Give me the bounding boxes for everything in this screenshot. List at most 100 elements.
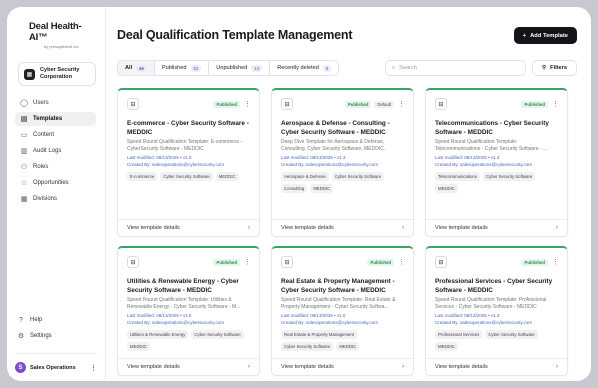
card-description: Speed Round Qualification Template: Tele… <box>435 139 548 152</box>
view-details-label: View template details <box>435 364 488 370</box>
more-vertical-icon[interactable]: ⋮ <box>398 258 405 266</box>
view-template-details-link[interactable]: View template details › <box>426 358 567 375</box>
template-icon: ⊟ <box>281 256 293 268</box>
template-icon: ⊟ <box>127 256 139 268</box>
view-template-details-link[interactable]: View template details › <box>272 219 413 236</box>
toolbar: All 66 Published 52 Unpublished 14 Recently de… <box>117 60 577 76</box>
card-header: ⊟ Published ⋮ <box>281 256 405 268</box>
template-card[interactable]: ⊟ Published ⋮ E-commerce - Cyber Security S… <box>117 88 260 237</box>
template-icon: ⊟ <box>435 256 447 268</box>
tag-list: Aerospace & Defense Cyber Security Softwa… <box>281 172 405 193</box>
template-card[interactable]: ⊟ Published ⋮ Telecommunications - Cyber Se… <box>425 88 568 237</box>
template-icon: ⊟ <box>281 98 293 110</box>
sidebar: Deal Health-AI™ by presciptiveAI inc. ▦ … <box>7 7 106 381</box>
search-icon: ⌕ <box>392 64 396 71</box>
org-switcher[interactable]: ▦ Cyber Security Corporation <box>18 62 96 86</box>
sidebar-item-label: Audit Logs <box>33 148 62 154</box>
tag-list: E-commerce Cyber Security Software MEDDIC <box>127 172 251 181</box>
view-template-details-link[interactable]: View template details › <box>426 219 567 236</box>
view-details-label: View template details <box>127 225 180 231</box>
card-badges: Published ⋮ <box>521 258 559 266</box>
more-vertical-icon[interactable]: ⋮ <box>244 100 251 108</box>
sidebar-item-label: Templates <box>33 116 63 122</box>
last-modified: Last modified: 08/13/2025 • v1.3 <box>435 313 500 318</box>
card-title: Aerospace & Defense - Consulting - Cyber… <box>281 120 390 136</box>
tab-recently-deleted[interactable]: Recently deleted 8 <box>270 61 338 75</box>
view-details-label: View template details <box>281 364 334 370</box>
more-vertical-icon[interactable]: ⋮ <box>398 100 405 108</box>
sidebar-bottom: ? Help ⚙ Settings S Sales Operations ⋮ <box>15 313 97 373</box>
sidebar-item-content[interactable]: ▭ Content <box>15 128 96 142</box>
sidebar-item-divisions[interactable]: ▦ Divisions <box>15 192 96 206</box>
app-window: Deal Health-AI™ by presciptiveAI inc. ▦ … <box>7 7 591 381</box>
card-badges: Published ⋮ <box>521 100 559 108</box>
template-icon: ⊟ <box>435 98 447 110</box>
sidebar-item-help[interactable]: ? Help <box>12 313 97 327</box>
sidebar-item-settings[interactable]: ⚙ Settings <box>12 329 97 343</box>
card-title: Professional Services - Cyber Security S… <box>435 278 553 294</box>
created-by: Created By: salesoperations@cybersecurit… <box>435 162 533 167</box>
count-badge: 8 <box>322 64 332 72</box>
tag-list: Professional Services Cyber Security Soft… <box>435 330 559 351</box>
created-by: Created By: salesoperations@cybersecurit… <box>281 320 379 325</box>
tab-label: Unpublished <box>216 65 248 71</box>
divisions-icon: ▦ <box>20 196 28 203</box>
tab-all[interactable]: All 66 <box>118 61 155 75</box>
count-badge: 52 <box>190 64 202 72</box>
tag-chip: MEDDIC <box>435 342 458 351</box>
more-vertical-icon[interactable]: ⋮ <box>244 258 251 266</box>
card-header: ⊟ Published ⋮ <box>127 256 251 268</box>
tab-unpublished[interactable]: Unpublished 14 <box>209 61 271 75</box>
help-icon: ? <box>19 316 23 324</box>
status-badge: Published <box>521 258 548 266</box>
sidebar-item-label: Divisions <box>33 196 58 202</box>
sidebar-nav: ◯ Users ▤ Templates ▭ Content ▥ Audit Logs ⚇ Role… <box>15 96 96 206</box>
more-vertical-icon[interactable]: ⋮ <box>552 258 559 266</box>
template-grid: ⊟ Published ⋮ E-commerce - Cyber Security S… <box>117 88 577 376</box>
tag-chip: Consulting <box>281 184 308 193</box>
search-input[interactable]: ⌕ Search <box>385 60 526 76</box>
filters-button[interactable]: ⚲ Filters <box>532 60 577 76</box>
tag-chip: Utilities & Renewable Energy <box>127 330 189 339</box>
tab-published[interactable]: Published 52 <box>155 61 210 75</box>
plus-icon: + <box>522 32 527 39</box>
sidebar-item-users[interactable]: ◯ Users <box>15 96 96 110</box>
tag-chip: Professional Services <box>435 330 483 339</box>
more-vertical-icon[interactable]: ⋮ <box>90 364 97 372</box>
sidebar-item-roles[interactable]: ⚇ Roles <box>15 160 96 174</box>
main-content: Deal Qualification Template Management +… <box>106 7 591 381</box>
user-menu[interactable]: S Sales Operations ⋮ <box>15 353 97 373</box>
settings-icon: ⚙ <box>17 333 25 340</box>
filter-icon: ⚲ <box>542 65 547 71</box>
card-description: Speed Round Qualification Template: Real… <box>281 297 396 310</box>
template-card[interactable]: ⊟ Published ⋮ Utilities & Renewable Energy … <box>117 246 260 376</box>
sidebar-item-label: Settings <box>30 333 52 339</box>
view-template-details-link[interactable]: View template details › <box>118 219 259 236</box>
card-title: E-commerce - Cyber Security Software - M… <box>127 120 249 136</box>
status-badge: Published <box>367 258 394 266</box>
more-vertical-icon[interactable]: ⋮ <box>552 100 559 108</box>
card-header: ⊟ Published Default ⋮ <box>281 98 405 110</box>
view-template-details-link[interactable]: View template details › <box>272 358 413 375</box>
status-badge: Published <box>213 100 240 108</box>
sidebar-item-templates[interactable]: ▤ Templates <box>15 112 96 126</box>
add-template-button[interactable]: + Add Template <box>513 27 577 44</box>
tag-chip: Cyber Security Software <box>160 172 213 181</box>
tag-chip: MEDDIC <box>127 342 150 351</box>
view-details-label: View template details <box>281 225 334 231</box>
view-template-details-link[interactable]: View template details › <box>118 358 259 375</box>
tag-chip: Real Estate & Property Management <box>281 330 357 339</box>
chevron-right-icon: › <box>556 364 558 370</box>
sidebar-item-opportunities[interactable]: ☆ Opportunities <box>15 176 96 190</box>
created-by: Created By: salesoperations@cybersecurit… <box>281 162 379 167</box>
template-card[interactable]: ⊟ Published ⋮ Real Estate & Property Manage… <box>271 246 414 376</box>
template-card[interactable]: ⊟ Published ⋮ Professional Services - Cyber… <box>425 246 568 376</box>
tag-chip: MEDDIC <box>336 342 360 351</box>
tag-chip: MEDDIC <box>215 172 239 181</box>
sidebar-item-audit-logs[interactable]: ▥ Audit Logs <box>15 144 96 158</box>
chevron-right-icon: › <box>248 225 250 231</box>
tag-chip: Telecommunications <box>435 172 480 181</box>
user-icon: ◯ <box>20 100 28 107</box>
count-badge: 14 <box>251 64 263 72</box>
template-card[interactable]: ⊟ Published Default ⋮ Aerospace & Defense - … <box>271 88 414 237</box>
